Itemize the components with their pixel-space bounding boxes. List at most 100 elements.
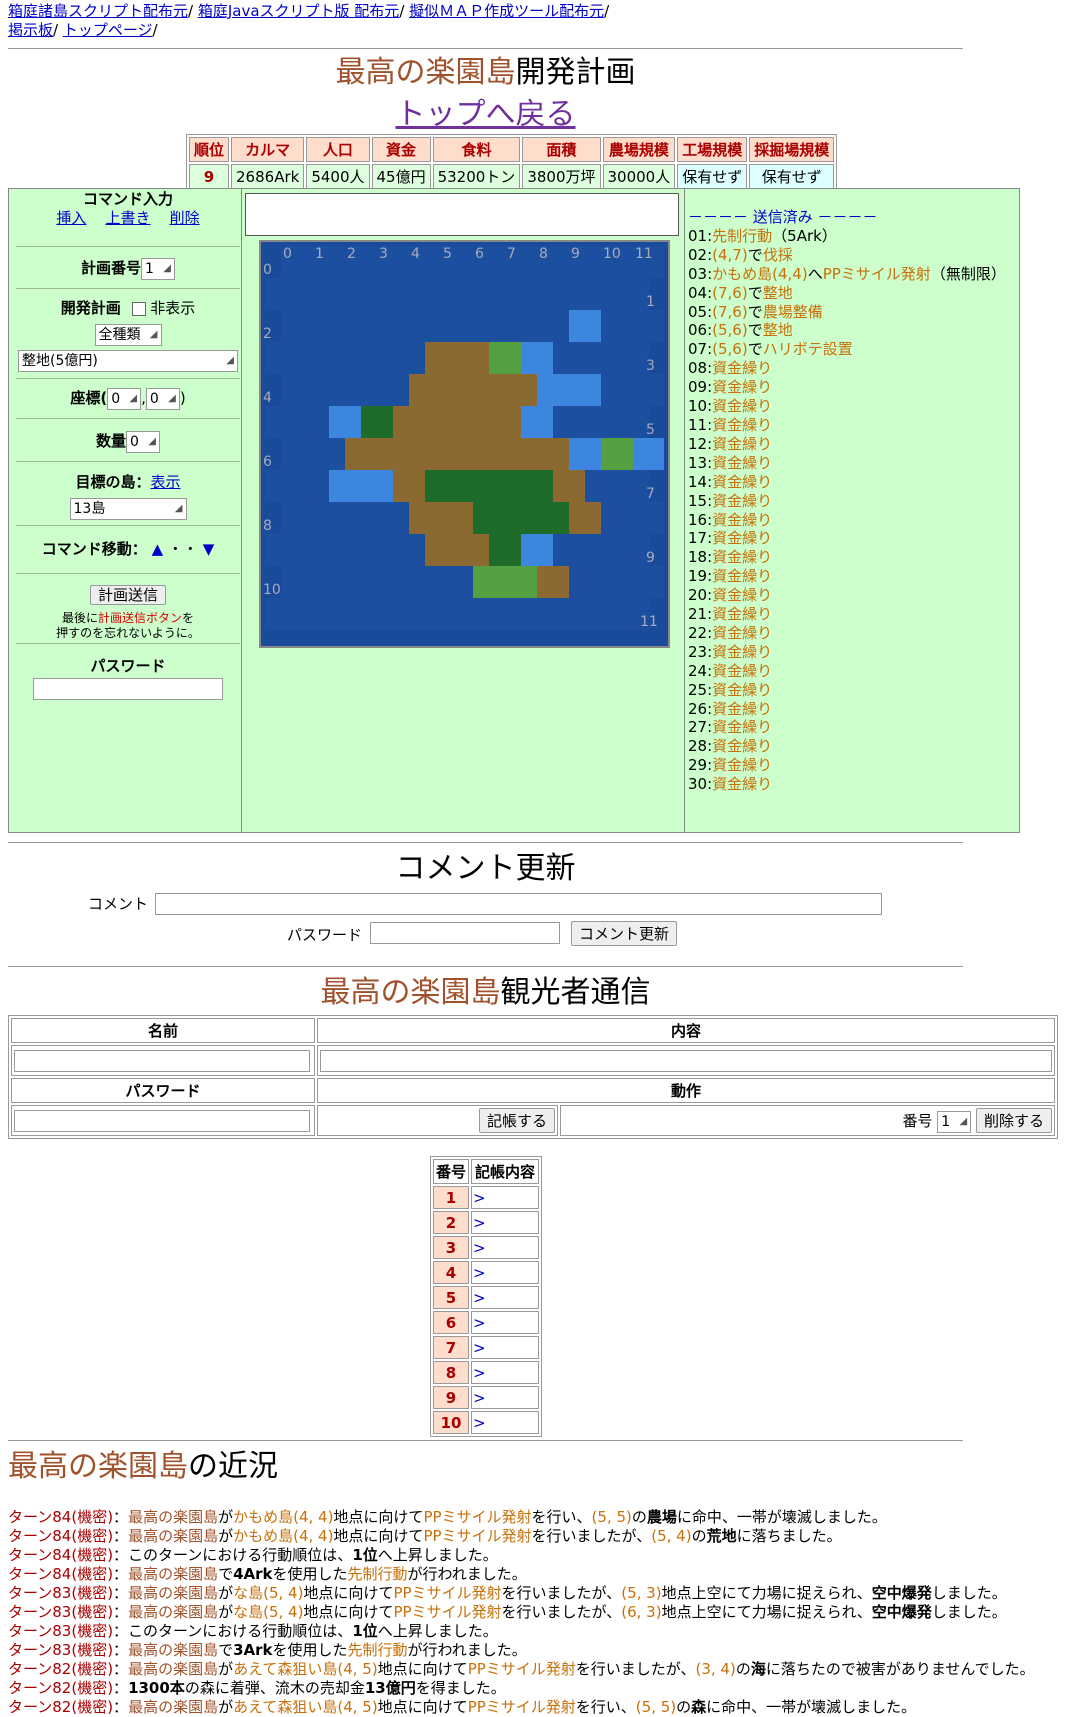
map-tile[interactable]: [297, 406, 329, 438]
map-tile[interactable]: [409, 438, 441, 470]
map-tile[interactable]: [345, 566, 377, 598]
map-tile[interactable]: [553, 470, 585, 502]
overwrite-link[interactable]: 上書き: [105, 209, 150, 227]
map-tile[interactable]: [601, 566, 633, 598]
map-tile[interactable]: [521, 406, 553, 438]
link-map-tool[interactable]: 擬似ＭＡＰ作成ツール配布元: [409, 2, 604, 20]
map-tile[interactable]: [297, 534, 329, 566]
link-hakoniwa-script[interactable]: 箱庭諸島スクリプト配布元: [8, 2, 188, 20]
map-tile[interactable]: [329, 342, 361, 374]
map-tile[interactable]: [345, 374, 377, 406]
map-tile[interactable]: [265, 406, 297, 438]
map-tile[interactable]: [553, 598, 585, 630]
map-tile[interactable]: [585, 342, 617, 374]
map-tile[interactable]: [505, 310, 537, 342]
map-tile[interactable]: [265, 342, 297, 374]
map-tile[interactable]: [329, 598, 361, 630]
map-tile[interactable]: [553, 278, 585, 310]
map-tile[interactable]: [313, 310, 345, 342]
map-tile[interactable]: [281, 438, 313, 470]
map-tile[interactable]: [489, 406, 521, 438]
map-tile[interactable]: [633, 374, 665, 406]
target-show-link[interactable]: 表示: [151, 473, 181, 491]
map-tile[interactable]: [569, 566, 601, 598]
map-tile[interactable]: [473, 374, 505, 406]
link-hakoniwa-java[interactable]: 箱庭Javaスクリプト版 配布元: [198, 2, 399, 20]
map-tile[interactable]: [425, 470, 457, 502]
map-tile[interactable]: [297, 598, 329, 630]
map-tile[interactable]: [505, 438, 537, 470]
map-tile[interactable]: [377, 502, 409, 534]
map-tile[interactable]: [361, 534, 393, 566]
map-tile[interactable]: [361, 278, 393, 310]
map-tile[interactable]: [553, 342, 585, 374]
map-tile[interactable]: [345, 438, 377, 470]
island-map[interactable]: 0 1 2 3 4 5 6 7 8 9 10 11 0 1 2 3 4 5 6 7 8 9 10 11: [259, 240, 670, 648]
map-tile[interactable]: [393, 534, 425, 566]
map-tile[interactable]: [457, 470, 489, 502]
map-tile[interactable]: [409, 502, 441, 534]
move-down-icon[interactable]: ▼: [203, 540, 215, 558]
map-tile[interactable]: [585, 598, 617, 630]
map-tile[interactable]: [537, 310, 569, 342]
move-up-icon[interactable]: ▲: [152, 540, 164, 558]
map-tile[interactable]: [361, 598, 393, 630]
map-tile[interactable]: [265, 470, 297, 502]
map-tile[interactable]: [313, 502, 345, 534]
map-tile[interactable]: [281, 374, 313, 406]
map-tile[interactable]: [585, 406, 617, 438]
map-tile[interactable]: [617, 342, 649, 374]
map-tile[interactable]: [601, 438, 633, 470]
map-tile[interactable]: [537, 438, 569, 470]
map-tile[interactable]: [441, 310, 473, 342]
category-select[interactable]: 全種類: [94, 323, 162, 346]
map-tile[interactable]: [377, 310, 409, 342]
map-tile[interactable]: [425, 534, 457, 566]
map-tile[interactable]: [457, 598, 489, 630]
map-tile[interactable]: [617, 406, 649, 438]
map-tile[interactable]: [537, 374, 569, 406]
map-tile[interactable]: [505, 374, 537, 406]
map-tile[interactable]: [393, 342, 425, 374]
map-tile[interactable]: [377, 566, 409, 598]
map-tile[interactable]: [441, 502, 473, 534]
map-tile[interactable]: [633, 310, 665, 342]
map-tile[interactable]: [505, 502, 537, 534]
link-top-page[interactable]: トップページ: [63, 21, 153, 39]
map-tile[interactable]: [361, 406, 393, 438]
post-button[interactable]: 記帳する: [478, 1108, 555, 1133]
map-tile[interactable]: [425, 406, 457, 438]
map-tile[interactable]: [585, 278, 617, 310]
map-tile[interactable]: [601, 310, 633, 342]
map-tile[interactable]: [489, 534, 521, 566]
map-tile[interactable]: [377, 374, 409, 406]
map-tile[interactable]: [265, 534, 297, 566]
map-tile[interactable]: [537, 502, 569, 534]
map-tile[interactable]: [473, 438, 505, 470]
map-tile[interactable]: [297, 470, 329, 502]
map-tile[interactable]: [313, 566, 345, 598]
map-tile[interactable]: [409, 566, 441, 598]
map-tile[interactable]: [553, 406, 585, 438]
map-tile[interactable]: [441, 374, 473, 406]
map-tile[interactable]: [441, 438, 473, 470]
map-tile[interactable]: [297, 278, 329, 310]
map-tile[interactable]: [313, 374, 345, 406]
map-tile[interactable]: [425, 598, 457, 630]
map-tile[interactable]: [345, 502, 377, 534]
map-tile[interactable]: [281, 310, 313, 342]
map-tile[interactable]: [457, 534, 489, 566]
map-tile[interactable]: [489, 598, 521, 630]
map-tile[interactable]: [521, 598, 553, 630]
map-tile[interactable]: [617, 534, 649, 566]
map-tile[interactable]: [329, 406, 361, 438]
coord-x-select[interactable]: 0: [107, 387, 142, 410]
guest-content-input[interactable]: [320, 1049, 1052, 1072]
map-tile[interactable]: [409, 310, 441, 342]
map-tile[interactable]: [553, 534, 585, 566]
map-tile[interactable]: [569, 502, 601, 534]
map-tile[interactable]: [409, 374, 441, 406]
map-tile[interactable]: [457, 278, 489, 310]
map-tile[interactable]: [521, 342, 553, 374]
link-bbs[interactable]: 掲示板: [8, 21, 53, 39]
